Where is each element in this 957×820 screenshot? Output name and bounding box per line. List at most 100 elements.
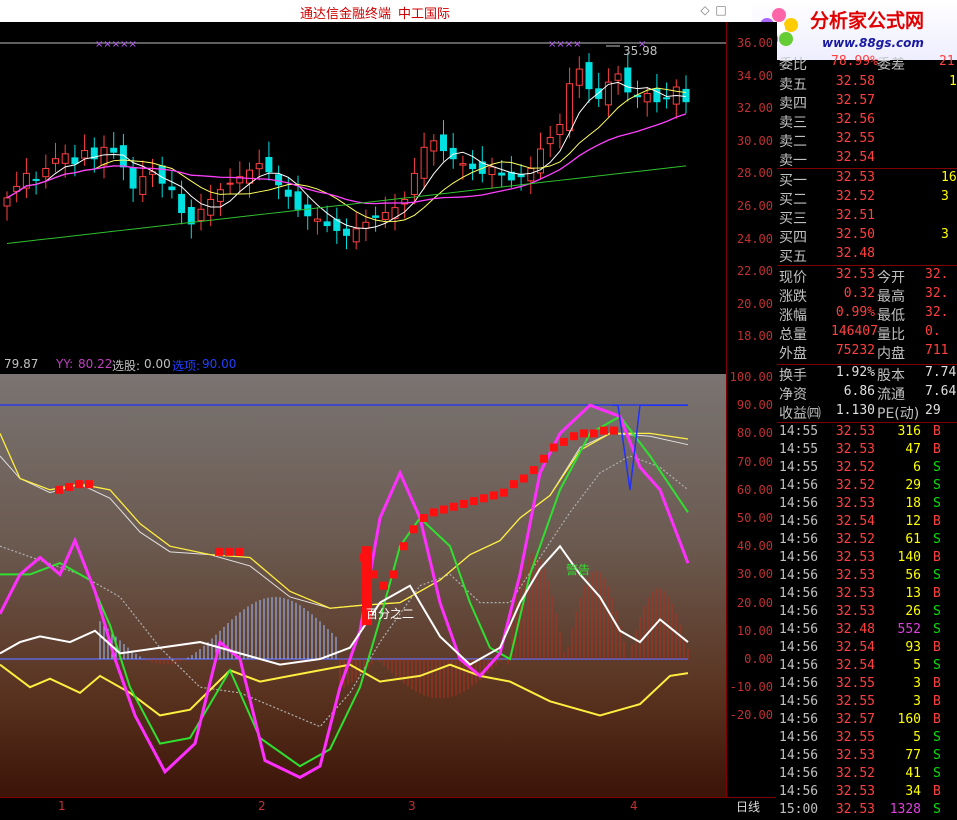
app-title: 通达信金融终端 (300, 7, 392, 22)
red-signal-block (560, 437, 568, 446)
buy-level-4[interactable]: 买五 32.48 (777, 246, 957, 265)
red-signal-block (390, 570, 398, 579)
stat-value2: 32. (925, 267, 949, 282)
tick-row: 14:56 32.53 140 B (777, 550, 957, 568)
indicator-tick: 20.00 (736, 595, 773, 610)
tick-direction: B (933, 442, 941, 457)
sell-label: 卖五 (779, 77, 807, 93)
sell-label: 卖二 (779, 134, 807, 150)
logo-url[interactable]: www.88gs.com (822, 36, 924, 50)
tick-price: 32.53 (835, 748, 875, 763)
tick-volume: 41 (905, 766, 921, 781)
sell-level-0[interactable]: 卖五 32.58 1 (777, 74, 957, 93)
logo-text: 分析家公式网 (810, 10, 925, 32)
buy-level-2[interactable]: 买三 32.51 (777, 208, 957, 227)
sell-level-4[interactable]: 卖一 32.54 (777, 150, 957, 169)
stat-label: 现价 (779, 270, 807, 286)
xuangu-value: 0.00 (144, 357, 171, 371)
candle-body (527, 168, 535, 182)
stock-name: 中工国际 (398, 7, 451, 22)
red-signal-block (460, 499, 468, 508)
candle-body (168, 186, 176, 191)
date-tick-3: 3 (408, 799, 416, 813)
tick-price: 32.53 (835, 586, 875, 601)
sell-level-1[interactable]: 卖四 32.57 (777, 93, 957, 112)
tick-direction: S (933, 460, 941, 475)
tick-volume: 93 (905, 640, 921, 655)
tick-price: 32.52 (835, 766, 875, 781)
buy-level-0[interactable]: 买一 32.53 16 (777, 170, 957, 189)
buy-label: 买一 (779, 173, 807, 189)
kline-svg: ××××× ×××× × 35.98 (0, 39, 726, 250)
buy-price: 32.50 (835, 227, 875, 242)
tick-price: 32.53 (835, 442, 875, 457)
stat-label: 涨幅 (779, 308, 807, 324)
logo: 分析家公式网 www.88gs.com (752, 0, 957, 60)
stat-label2: 最高 (877, 289, 905, 305)
tick-price: 32.54 (835, 514, 875, 529)
indicator-tick: 30.00 (736, 567, 773, 582)
tick-time: 15:00 (779, 802, 819, 817)
tick-row: 14:55 32.53 316 B (777, 424, 957, 442)
ma5-line (6, 81, 687, 229)
tick-volume: 316 (897, 424, 921, 439)
sell-label: 卖四 (779, 96, 807, 112)
tick-time: 14:56 (779, 604, 819, 619)
indicator-tick: 80.00 (736, 426, 773, 441)
candle-body (575, 68, 583, 86)
red-signal-block (610, 426, 618, 435)
candle-body (226, 182, 234, 185)
tick-time: 14:56 (779, 640, 819, 655)
fund-value2: 7.64 (925, 384, 957, 399)
tick-price: 32.54 (835, 640, 875, 655)
restore-icon[interactable]: ◇ (697, 2, 713, 18)
tick-price: 32.53 (835, 424, 875, 439)
fund-value: 6.86 (843, 384, 875, 399)
indicator-chart[interactable]: 百分之二 警告 (0, 374, 726, 797)
weibi-row: 委比 78.99% 委差 21 (777, 54, 957, 73)
indicator-svg: 百分之二 警告 (0, 403, 690, 780)
indicator-tick: 100.00 (729, 370, 773, 384)
sell-price: 32.55 (835, 131, 875, 146)
tick-row: 14:56 32.54 12 B (777, 514, 957, 532)
price-tick: 32.00 (736, 101, 773, 116)
kline-chart[interactable]: ××××× ×××× × 35.98 (0, 22, 726, 356)
tick-volume: 47 (905, 442, 921, 457)
fund-value: 1.130 (835, 403, 875, 418)
tick-direction: B (933, 784, 941, 799)
tick-row: 14:56 32.55 5 S (777, 730, 957, 748)
stat-value2: 32. (925, 305, 949, 320)
price-tick: 20.00 (736, 296, 773, 311)
tick-row: 14:56 32.55 3 B (777, 694, 957, 712)
stat-value: 0.99% (835, 305, 875, 320)
candle-body (216, 189, 224, 202)
sell-price: 32.58 (835, 74, 875, 89)
tick-time: 14:55 (779, 442, 819, 457)
buy-price: 32.53 (835, 170, 875, 185)
indicator-tick: -10.00 (729, 680, 773, 695)
candle-body (100, 146, 108, 166)
buy-level-3[interactable]: 买四 32.50 3 (777, 227, 957, 246)
candle-body (197, 208, 205, 221)
tick-row: 14:56 32.53 18 S (777, 496, 957, 514)
red-signal-block (225, 547, 233, 556)
white-upper-line (0, 432, 689, 609)
tick-volume: 1328 (889, 802, 921, 817)
stat-row-3: 总量 146407 量比 0. (777, 324, 957, 343)
tick-row: 14:56 32.57 160 B (777, 712, 957, 730)
tick-row: 14:56 32.53 34 B (777, 784, 957, 802)
candle-body (265, 156, 273, 173)
buy-level-1[interactable]: 买二 32.52 3 (777, 189, 957, 208)
sell-level-2[interactable]: 卖三 32.56 (777, 112, 957, 131)
candle-body (3, 197, 11, 207)
candle-body (284, 189, 292, 197)
sell-level-3[interactable]: 卖二 32.55 (777, 131, 957, 150)
red-signal-block (410, 525, 418, 534)
tick-direction: S (933, 496, 941, 511)
fund-row-1: 净资 6.86 流通 7.64 (777, 384, 957, 403)
period-button[interactable]: 日线 (736, 798, 760, 815)
tick-price: 32.48 (835, 622, 875, 637)
close-icon[interactable]: □ (713, 2, 729, 18)
stat-row-4: 外盘 75232 内盘 711 (777, 343, 957, 362)
stat-value: 32.53 (835, 267, 875, 282)
